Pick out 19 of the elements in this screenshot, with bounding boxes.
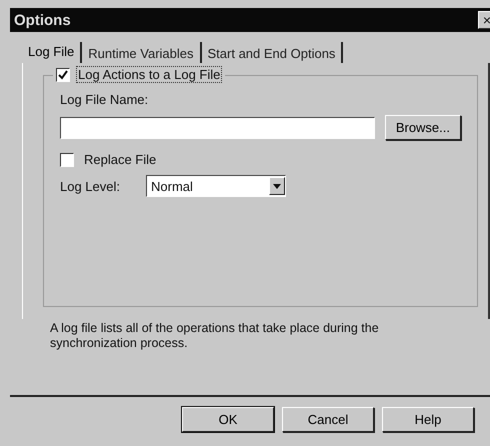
field-label: Log File Name: [60, 92, 150, 107]
dropdown[interactable]: Normal [146, 175, 286, 197]
checkbox[interactable] [60, 152, 74, 166]
browse-button[interactable]: Browse... [384, 115, 461, 140]
checkmark-icon [58, 70, 68, 80]
description-text: A log file lists all of the operations that take place during the synchronization process. [50, 321, 380, 351]
window-title: Options [14, 12, 71, 28]
dialog-button[interactable]: OK [182, 407, 274, 432]
input-field[interactable] [60, 116, 375, 138]
checkbox-label: Replace File [84, 152, 156, 167]
dialog-button[interactable]: Cancel [282, 407, 374, 432]
tab[interactable]: Runtime Variables [82, 42, 202, 63]
dialog-button[interactable]: Help [382, 407, 474, 432]
checkbox[interactable] [56, 68, 70, 82]
tab[interactable]: Log File [22, 42, 82, 63]
tab[interactable]: Start and End Options [202, 42, 344, 63]
field-label: Log Level: [60, 178, 120, 194]
checkbox-label: Log Actions to a Log File [76, 66, 222, 83]
close-button[interactable]: × [478, 11, 490, 29]
